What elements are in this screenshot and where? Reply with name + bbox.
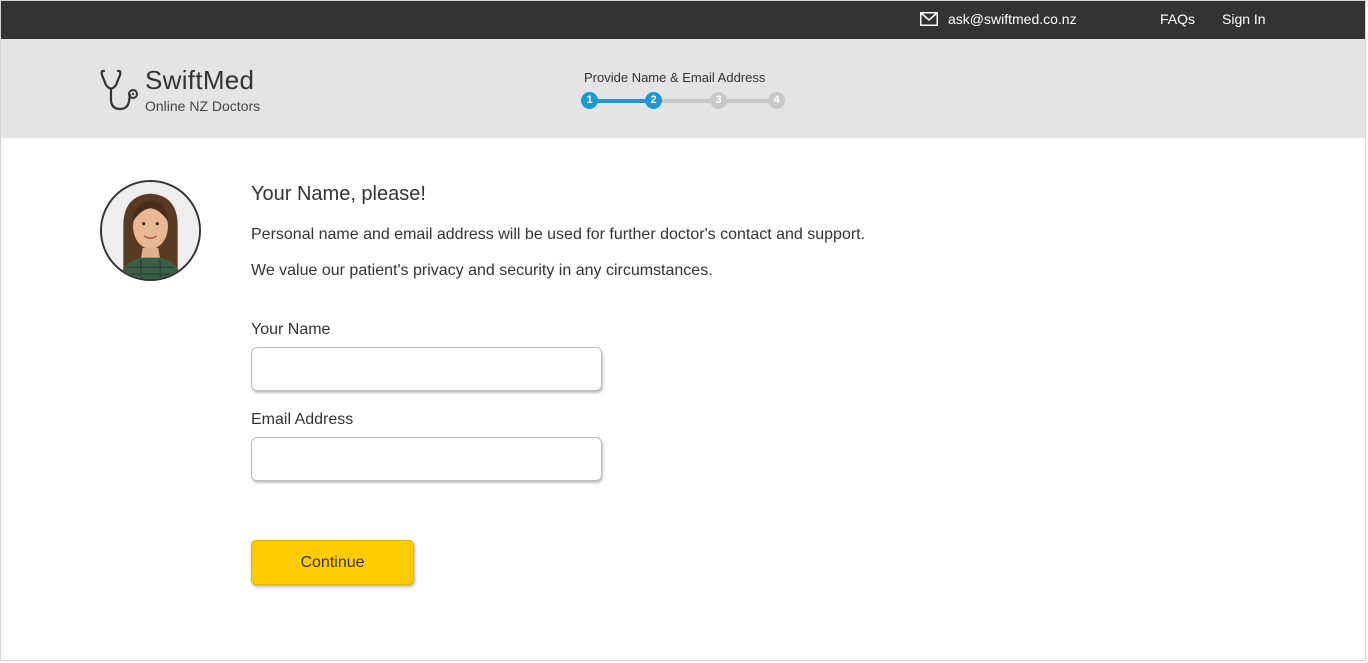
top-bar: ask@swiftmed.co.nz FAQs Sign In: [1, 1, 1365, 39]
step-1-indicator: 1: [581, 92, 598, 109]
email-input[interactable]: [251, 437, 602, 481]
email-label: Email Address: [251, 411, 354, 428]
step-4-indicator: 4: [768, 92, 785, 109]
intro-text-contact: Personal name and email address will be …: [251, 226, 866, 243]
mail-icon: [920, 12, 938, 26]
continue-button[interactable]: Continue: [251, 540, 414, 585]
step-title: Provide Name & Email Address: [584, 70, 766, 85]
step-3-indicator: 3: [710, 92, 727, 109]
header: SwiftMed Online NZ Doctors Provide Name …: [1, 39, 1365, 138]
page-heading: Your Name, please!: [251, 183, 426, 205]
name-label: Your Name: [251, 321, 331, 338]
brand-tagline: Online NZ Doctors: [145, 98, 261, 114]
intro-text-privacy: We value our patient's privacy and secur…: [251, 262, 713, 279]
brand-name[interactable]: SwiftMed: [145, 65, 254, 96]
contact-email-link[interactable]: ask@swiftmed.co.nz: [948, 11, 1077, 27]
stethoscope-icon[interactable]: [99, 69, 143, 113]
sign-in-link[interactable]: Sign In: [1222, 11, 1266, 27]
step-2-indicator: 2: [645, 92, 662, 109]
faqs-link[interactable]: FAQs: [1160, 11, 1195, 27]
page-frame: ask@swiftmed.co.nz FAQs Sign In SwiftMed…: [0, 0, 1366, 661]
doctor-avatar: [100, 180, 201, 281]
name-input[interactable]: [251, 347, 602, 391]
